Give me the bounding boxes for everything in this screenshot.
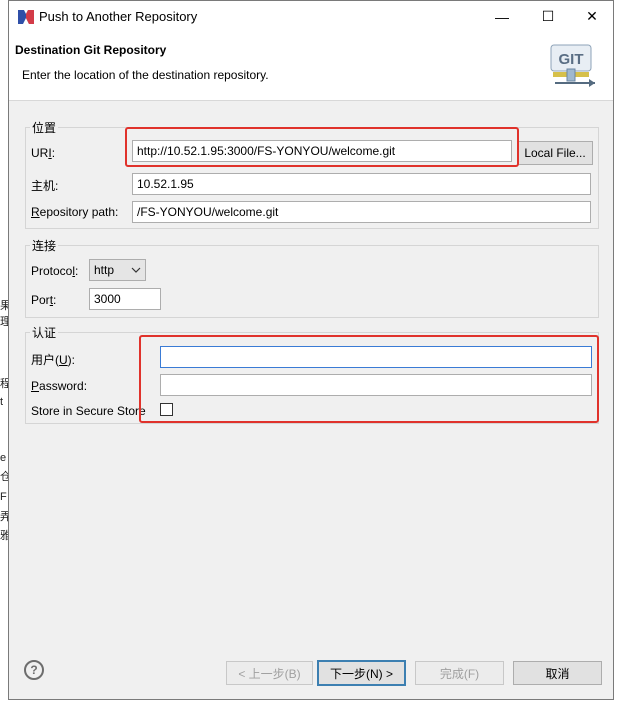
close-button[interactable]: ✕ bbox=[569, 1, 615, 32]
background-text: t bbox=[0, 396, 4, 408]
user-field[interactable] bbox=[160, 346, 592, 368]
password-label-text: assword: bbox=[39, 379, 88, 393]
background-text: F bbox=[0, 491, 7, 503]
page-title: Destination Git Repository bbox=[15, 43, 167, 57]
uri-field[interactable]: http://10.52.1.95:3000/FS-YONYOU/welcome… bbox=[132, 140, 512, 162]
title-bar[interactable]: Push to Another Repository — ☐ ✕ bbox=[9, 1, 613, 32]
user-label: 用户(U): bbox=[31, 351, 75, 368]
repository-path-label: Repository path: bbox=[31, 205, 118, 219]
cancel-button[interactable]: 取消 bbox=[513, 661, 602, 685]
help-icon[interactable]: ? bbox=[24, 660, 44, 680]
finish-button[interactable]: 完成(F) bbox=[415, 661, 504, 685]
uri-label: URI: bbox=[31, 146, 55, 160]
repository-path-field[interactable]: /FS-YONYOU/welcome.git bbox=[132, 201, 591, 223]
secure-store-label: Store in Secure Store bbox=[31, 404, 146, 418]
port-field[interactable]: 3000 bbox=[89, 288, 161, 310]
user-label-post: ): bbox=[67, 353, 76, 367]
port-label: Port: bbox=[31, 293, 56, 307]
close-icon: ✕ bbox=[586, 8, 598, 24]
chevron-down-icon bbox=[131, 260, 141, 288]
repository-path-mnemonic: R bbox=[31, 205, 40, 219]
protocol-label-colon: : bbox=[75, 264, 79, 278]
git-icon-label: GIT bbox=[559, 51, 584, 68]
local-file-button[interactable]: Local File... bbox=[517, 141, 593, 165]
port-label-text: Por bbox=[31, 293, 50, 307]
maximize-button[interactable]: ☐ bbox=[525, 1, 571, 32]
repository-path-label-text: epository path: bbox=[39, 205, 119, 219]
connection-legend: 连接 bbox=[30, 237, 59, 254]
uri-label-colon: : bbox=[51, 146, 56, 160]
secure-store-checkbox[interactable] bbox=[160, 403, 173, 416]
maximize-icon: ☐ bbox=[541, 8, 555, 24]
page-description: Enter the location of the destination re… bbox=[22, 68, 269, 82]
minimize-icon: — bbox=[495, 8, 509, 25]
host-field[interactable]: 10.52.1.95 bbox=[132, 173, 591, 195]
port-label-colon: : bbox=[53, 293, 57, 307]
password-label-mnemonic: P bbox=[31, 379, 40, 393]
protocol-label-text: Protoco bbox=[31, 264, 73, 278]
uri-label-text: UR bbox=[31, 146, 49, 160]
host-label: 主机: bbox=[31, 179, 59, 193]
eclipse-logo-icon bbox=[18, 10, 34, 24]
next-button[interactable]: 下一步(N) > bbox=[317, 660, 406, 686]
password-field[interactable] bbox=[160, 374, 592, 396]
password-label: Password: bbox=[31, 379, 87, 393]
protocol-selected-value: http bbox=[94, 263, 115, 277]
dialog-window: Push to Another Repository — ☐ ✕ Destina… bbox=[8, 0, 614, 700]
protocol-select[interactable]: http bbox=[89, 259, 146, 281]
background-text: e bbox=[0, 452, 7, 464]
protocol-label: Protocol: bbox=[31, 264, 78, 278]
user-label-mnemonic: U bbox=[59, 353, 68, 367]
git-icon: GIT bbox=[550, 44, 595, 87]
window-title: Push to Another Repository bbox=[39, 9, 198, 24]
wizard-header: Destination Git Repository Enter the loc… bbox=[9, 32, 613, 101]
minimize-button[interactable]: — bbox=[479, 1, 525, 32]
back-button[interactable]: < 上一步(B) bbox=[226, 661, 313, 685]
user-label-pre: 用户( bbox=[31, 353, 59, 367]
authentication-legend: 认证 bbox=[30, 324, 59, 341]
location-legend: 位置 bbox=[30, 119, 59, 136]
